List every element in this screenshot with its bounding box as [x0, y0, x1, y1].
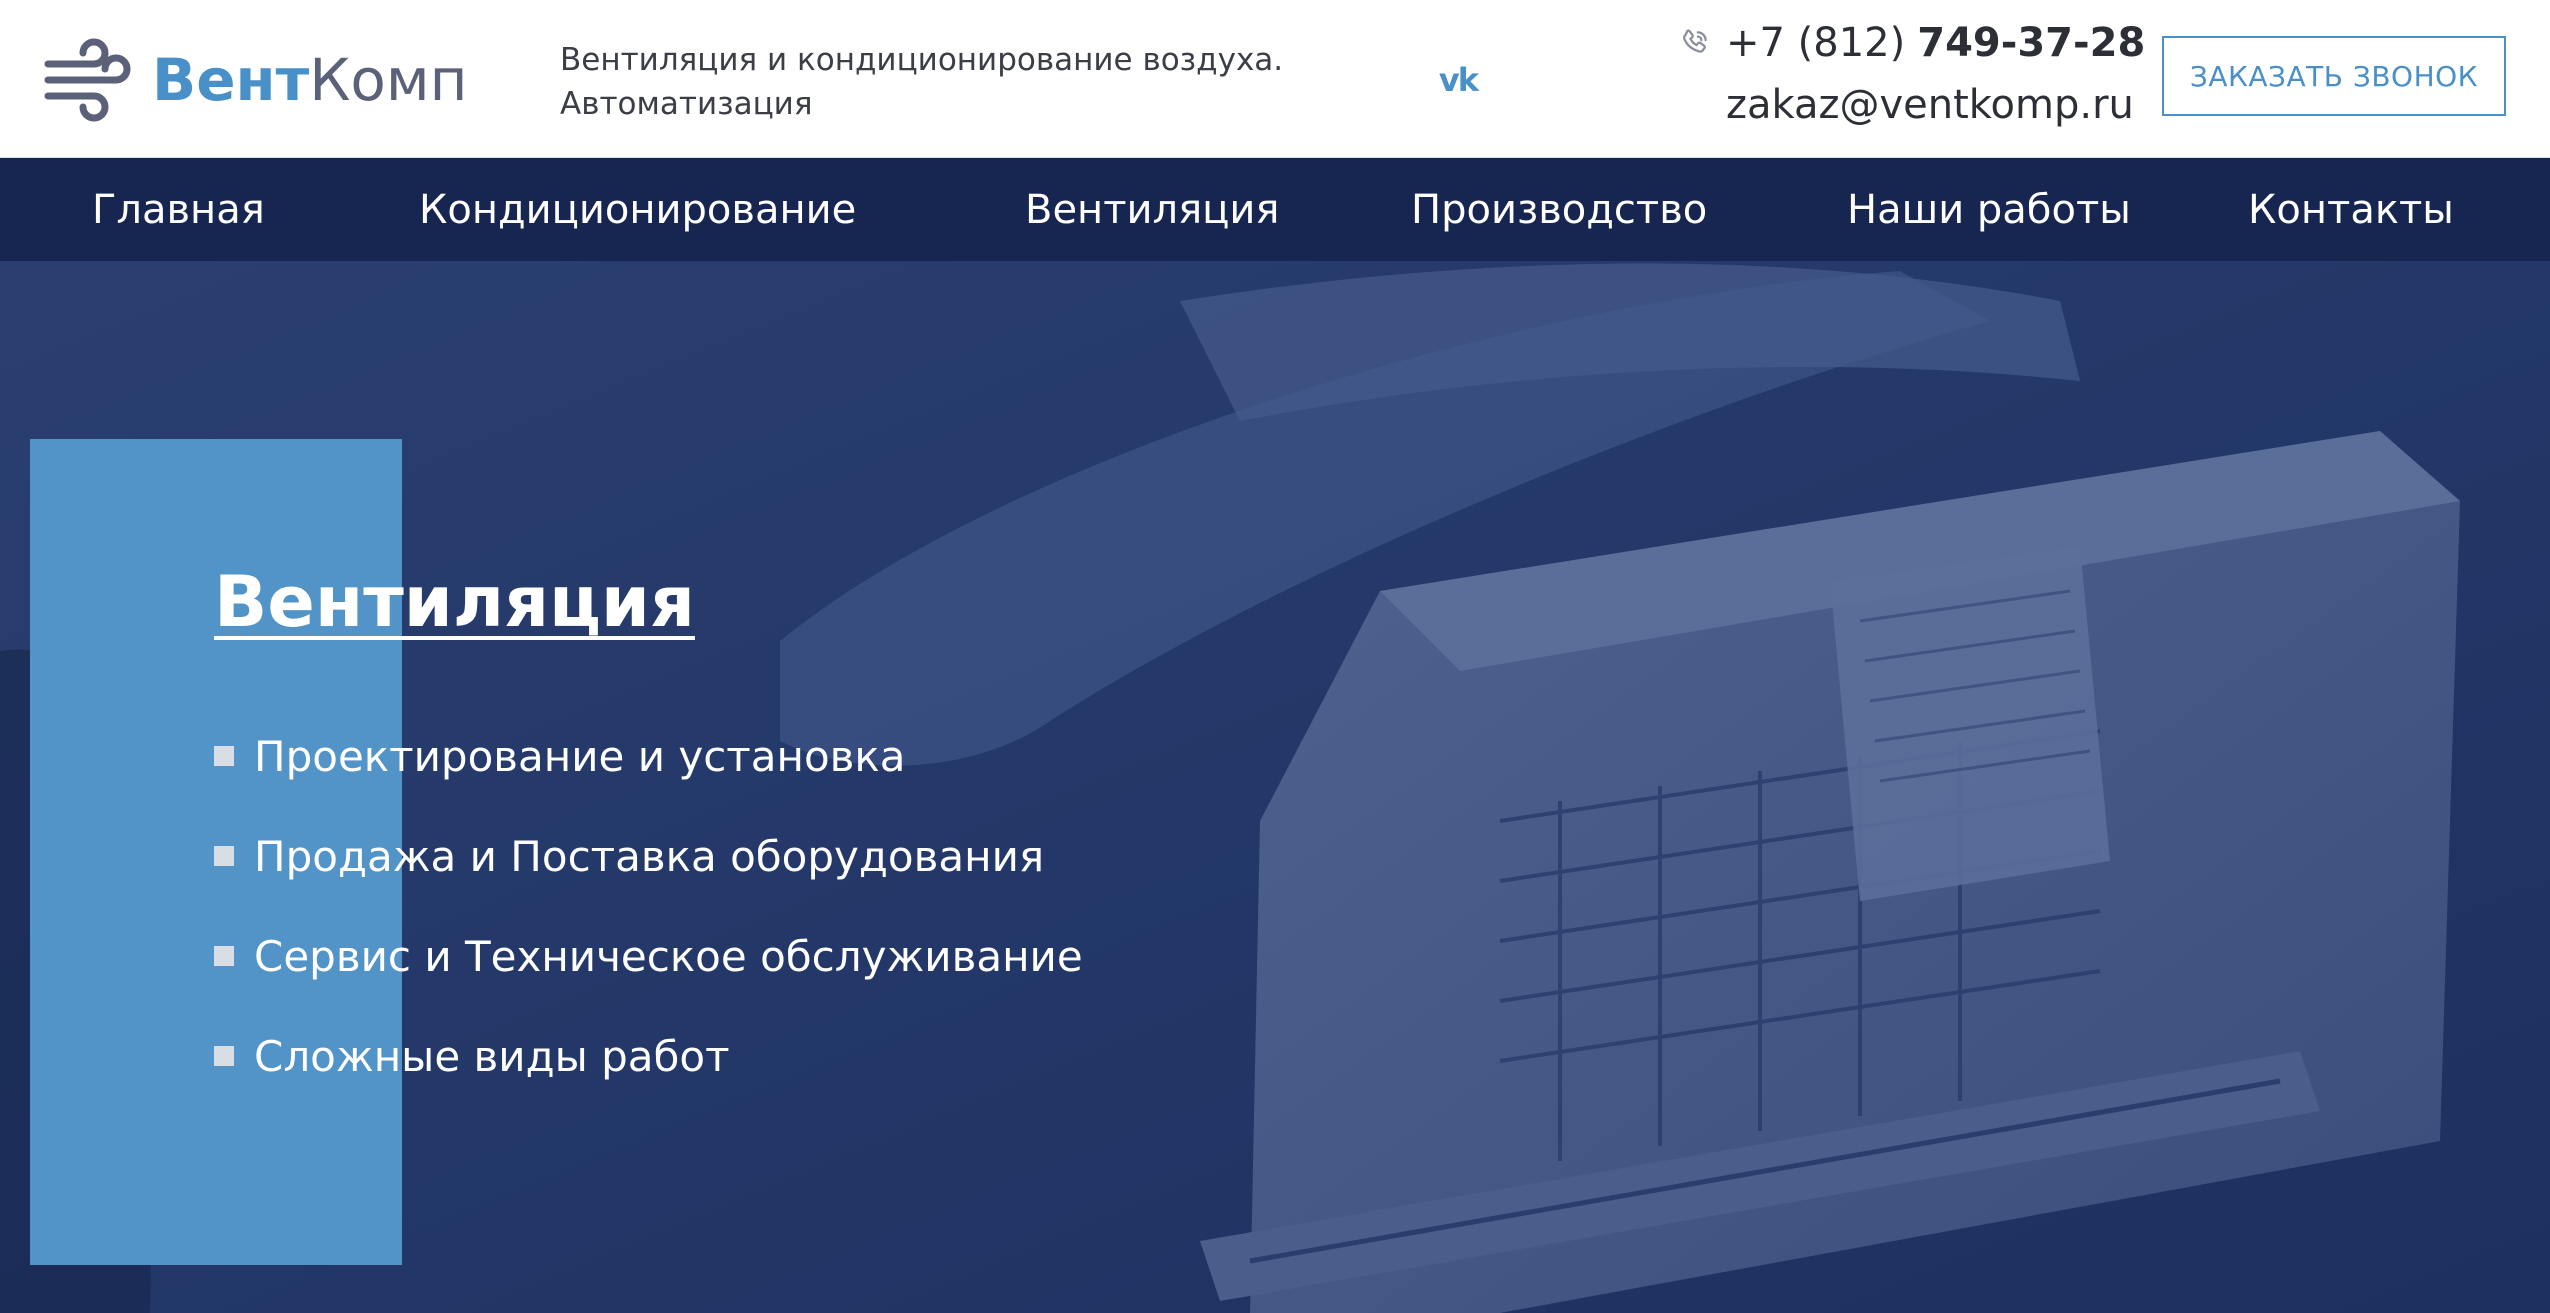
logo-text-part2: Комп — [309, 46, 468, 114]
email-link[interactable]: zakaz@ventkomp.ru — [1726, 82, 2134, 128]
service-item-label: Продажа и Поставка оборудования — [254, 831, 1045, 881]
service-item-label: Сервис и Техническое обслуживание — [254, 931, 1083, 981]
logo-text-part1: Вент — [152, 46, 310, 114]
main-nav: Главная Кондиционирование Вентиляция Про… — [0, 158, 2550, 261]
phone-icon — [1682, 29, 1707, 53]
nav-item-ventilation[interactable]: Вентиляция — [1025, 158, 1279, 261]
service-item[interactable]: Продажа и Поставка оборудования — [214, 806, 1083, 906]
wind-icon — [44, 38, 131, 122]
phone-prefix: +7 (812) — [1726, 20, 1906, 66]
service-item-label: Сложные виды работ — [254, 1031, 730, 1081]
hero-banner: Вентиляция Проектирование и установка Пр… — [0, 261, 2550, 1313]
square-bullet-icon — [214, 746, 234, 766]
nav-item-home[interactable]: Главная — [92, 158, 265, 261]
square-bullet-icon — [214, 1046, 234, 1066]
service-item[interactable]: Сложные виды работ — [214, 1006, 1083, 1106]
square-bullet-icon — [214, 946, 234, 966]
tagline-line1: Вентиляция и кондиционирование воздуха. — [560, 42, 1284, 78]
nav-item-our-works[interactable]: Наши работы — [1847, 158, 2131, 261]
vk-icon[interactable]: vk — [1432, 60, 1484, 100]
service-item-label: Проектирование и установка — [254, 731, 906, 781]
service-item[interactable]: Проектирование и установка — [214, 706, 1083, 806]
phone-link[interactable]: +7 (812) 749-37-28 — [1678, 20, 2145, 66]
service-item[interactable]: Сервис и Техническое обслуживание — [214, 906, 1083, 1006]
nav-item-production[interactable]: Производство — [1411, 158, 1707, 261]
logo-wordmark: ВентКомп — [152, 51, 468, 109]
site-tagline: Вентиляция и кондиционирование воздуха. … — [560, 38, 1300, 126]
hero-title-link[interactable]: Вентиляция — [214, 561, 695, 643]
phone-number: 749-37-28 — [1917, 20, 2146, 66]
service-list: Проектирование и установка Продажа и Пос… — [214, 706, 1083, 1106]
square-bullet-icon — [214, 846, 234, 866]
nav-item-contacts[interactable]: Контакты — [2248, 158, 2454, 261]
callback-button[interactable]: ЗАКАЗАТЬ ЗВОНОК — [2162, 36, 2506, 116]
logo-link[interactable]: ВентКомп — [42, 34, 468, 126]
tagline-line2: Автоматизация — [560, 86, 813, 122]
site-header: ВентКомп Вентиляция и кондиционирование … — [0, 0, 2550, 158]
nav-item-conditioning[interactable]: Кондиционирование — [419, 158, 856, 261]
